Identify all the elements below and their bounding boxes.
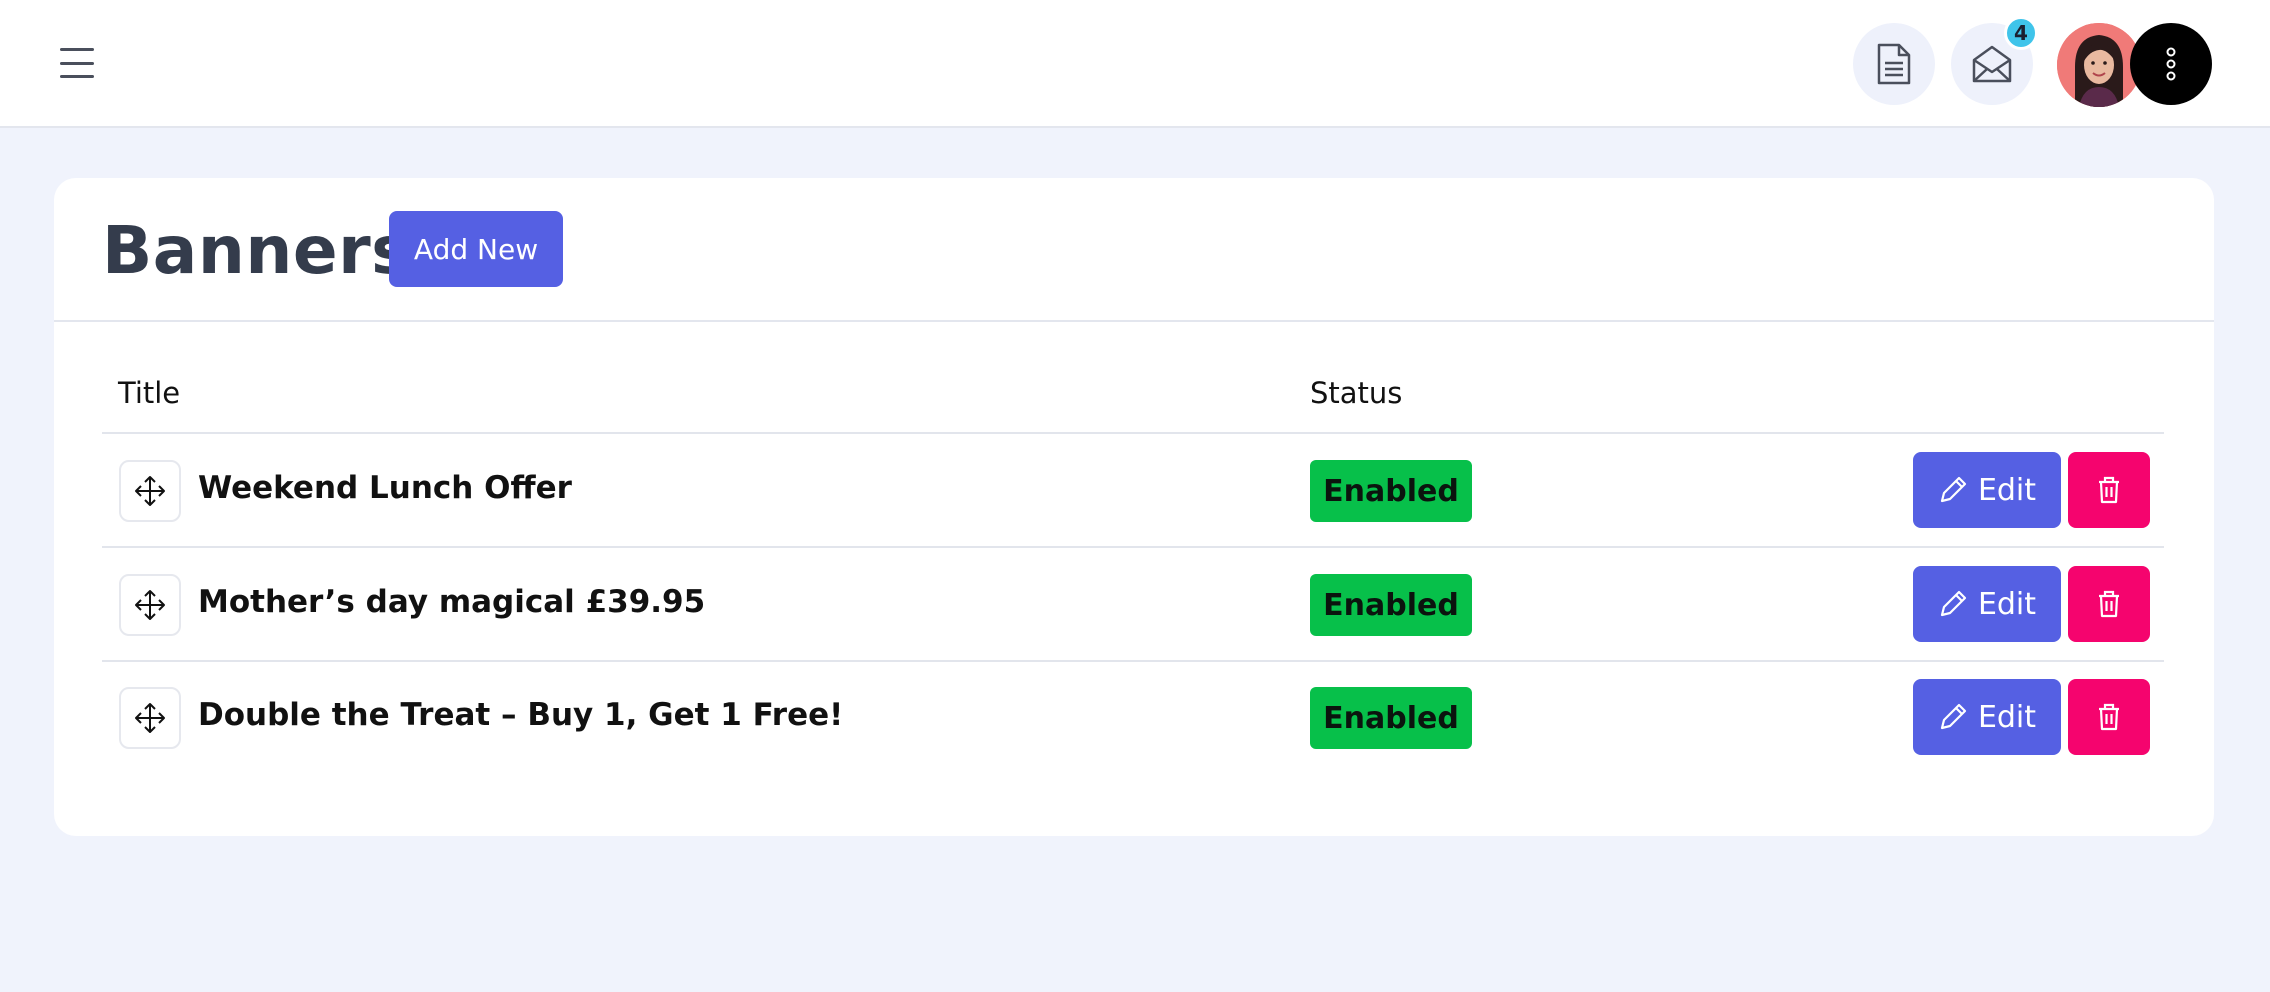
move-icon <box>135 476 165 506</box>
table-row: Mother’s day magical £39.95 Enabled Edit <box>102 548 2164 660</box>
column-header-title: Title <box>118 376 181 410</box>
banners-card: Banners Add New Title Status Weekend Lun… <box>54 178 2214 836</box>
delete-button[interactable] <box>2068 566 2150 642</box>
edit-button[interactable]: Edit <box>1913 452 2061 528</box>
pencil-icon <box>1940 590 1967 617</box>
table-row: Double the Treat – Buy 1, Get 1 Free! En… <box>102 661 2164 773</box>
page-title: Banners <box>102 212 411 289</box>
banner-title: Weekend Lunch Offer <box>198 470 572 506</box>
more-vertical-icon <box>2166 47 2176 81</box>
hamburger-menu-icon[interactable] <box>60 48 94 78</box>
trash-icon <box>2099 476 2119 504</box>
column-header-status: Status <box>1310 376 1403 410</box>
drag-handle[interactable] <box>119 460 181 522</box>
drag-handle[interactable] <box>119 687 181 749</box>
move-icon <box>135 703 165 733</box>
documents-button[interactable] <box>1853 23 1935 105</box>
card-header: Banners Add New <box>54 178 2214 322</box>
status-badge: Enabled <box>1310 460 1472 522</box>
delete-button[interactable] <box>2068 452 2150 528</box>
status-badge: Enabled <box>1310 687 1472 749</box>
edit-button[interactable]: Edit <box>1913 679 2061 755</box>
mail-open-icon <box>1972 45 2012 83</box>
trash-icon <box>2099 590 2119 618</box>
notification-badge: 4 <box>2004 16 2038 50</box>
document-icon <box>1877 43 1911 85</box>
edit-label: Edit <box>1977 699 2037 735</box>
move-icon <box>135 590 165 620</box>
user-avatar-image <box>2057 23 2141 107</box>
trash-icon <box>2099 703 2119 731</box>
avatar[interactable] <box>2057 23 2141 107</box>
table-row: Weekend Lunch Offer Enabled Edit <box>102 434 2164 546</box>
top-navbar: 4 <box>0 0 2270 128</box>
drag-handle[interactable] <box>119 574 181 636</box>
edit-button[interactable]: Edit <box>1913 566 2061 642</box>
pencil-icon <box>1940 703 1967 730</box>
more-options-button[interactable] <box>2130 23 2212 105</box>
add-new-button[interactable]: Add New <box>389 211 563 287</box>
pencil-icon <box>1940 476 1967 503</box>
edit-label: Edit <box>1977 472 2037 508</box>
status-badge: Enabled <box>1310 574 1472 636</box>
banner-title: Double the Treat – Buy 1, Get 1 Free! <box>198 697 844 733</box>
edit-label: Edit <box>1977 586 2037 622</box>
delete-button[interactable] <box>2068 679 2150 755</box>
banner-title: Mother’s day magical £39.95 <box>198 584 706 620</box>
